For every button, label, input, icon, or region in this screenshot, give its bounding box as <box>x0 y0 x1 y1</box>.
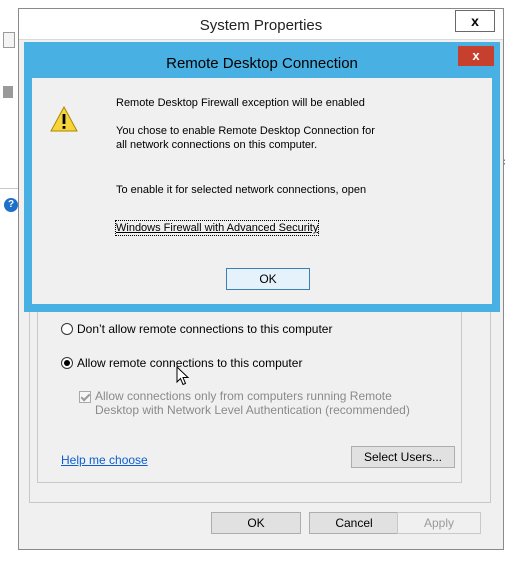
allow-radio[interactable] <box>61 357 73 369</box>
select-users-button[interactable]: Select Users... <box>351 446 455 468</box>
background-window-fragment <box>3 86 13 98</box>
system-properties-titlebar[interactable]: System Properties x <box>19 9 503 40</box>
rdc-dialog-title: Remote Desktop Connection <box>166 55 358 72</box>
rdc-heading: Remote Desktop Firewall exception will b… <box>116 97 365 109</box>
nla-checkbox-label-line1: Allow connections only from computers ru… <box>95 389 392 403</box>
warning-icon <box>50 106 78 132</box>
ok-button[interactable]: OK <box>211 512 301 534</box>
cancel-button[interactable]: Cancel <box>309 512 399 534</box>
dont-allow-radio-option[interactable]: Don’t allow remote connections to this c… <box>61 322 332 336</box>
remote-desktop-connection-dialog: Remote Desktop Connection x Remote Deskt… <box>24 42 500 312</box>
rdc-close-button[interactable]: x <box>458 46 494 66</box>
firewall-link[interactable]: Windows Firewall with Advanced Security <box>114 220 320 236</box>
help-me-choose-link[interactable]: Help me choose <box>61 453 148 467</box>
help-icon[interactable]: ? <box>4 198 18 212</box>
apply-button: Apply <box>397 512 481 534</box>
mouse-cursor-icon <box>176 366 190 386</box>
rdc-ok-button[interactable]: OK <box>226 268 310 290</box>
rdc-instruction: To enable it for selected network connec… <box>116 184 367 196</box>
system-properties-title: System Properties <box>199 17 323 34</box>
system-properties-close-button[interactable]: x <box>455 10 495 32</box>
nla-checkbox-option[interactable]: Allow connections only from computers ru… <box>79 389 410 417</box>
background-window-fragment <box>3 32 15 48</box>
nla-checkbox[interactable] <box>79 391 91 403</box>
nla-checkbox-label-line2: Desktop with Network Level Authenticatio… <box>95 403 410 417</box>
rdc-message-line2: all network connections on this computer… <box>116 139 318 151</box>
dont-allow-radio-label[interactable]: Don’t allow remote connections to this c… <box>77 322 332 336</box>
rdc-message-line1: You chose to enable Remote Desktop Conne… <box>116 125 375 137</box>
dont-allow-radio[interactable] <box>61 323 73 335</box>
rdc-dialog-content: Remote Desktop Firewall exception will b… <box>32 78 492 304</box>
